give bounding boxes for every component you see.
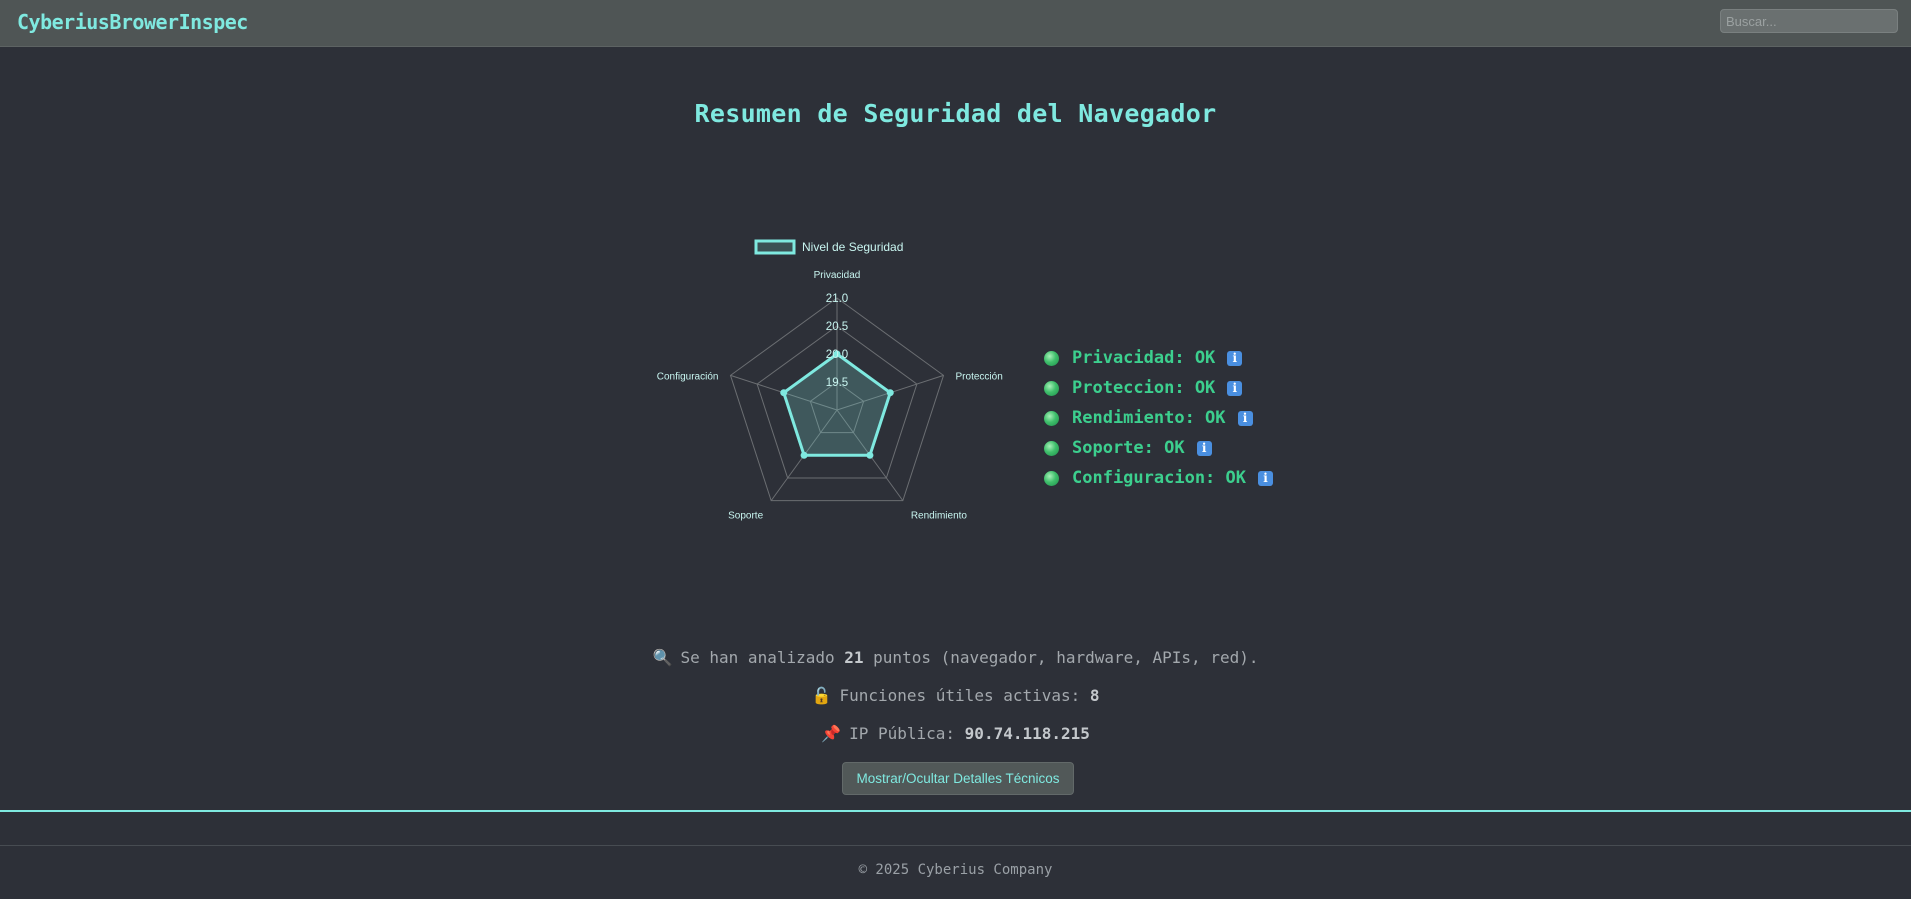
radar-tick-label: 20.5 <box>826 321 848 333</box>
status-ok-dot-icon <box>1044 350 1059 366</box>
info-icon[interactable]: i <box>1258 470 1273 486</box>
radar-data-point <box>886 389 894 397</box>
search-input[interactable] <box>1720 9 1898 33</box>
info-icon[interactable]: i <box>1227 350 1243 366</box>
analyzed-prefix: Se han analizado <box>680 648 845 667</box>
status-item-privacidad: Privacidad: OK i <box>1044 343 1273 373</box>
ip-value: 90.74.118.215 <box>964 724 1090 743</box>
functions-summary: 🔓 Funciones útiles activas: 8 <box>0 686 1911 705</box>
ip-label: IP Pública: <box>849 724 965 743</box>
toggle-details-button[interactable]: Mostrar/Ocultar Detalles Técnicos <box>842 762 1074 795</box>
unlocked-padlock-icon: 🔓 <box>811 686 832 705</box>
radar-chart-svg: 19.5 20.0 20.5 21.0 Privacidad Protección Rend… <box>657 239 1003 522</box>
security-radar-chart: 19.5 20.0 20.5 21.0 Privacidad Protección Rend… <box>640 225 1020 555</box>
radar-tick-label: 19.5 <box>826 377 848 389</box>
status-ok-dot-icon <box>1044 440 1059 456</box>
status-label: Rendimiento: OK <box>1072 408 1226 428</box>
status-item-proteccion: Proteccion: OK i <box>1044 373 1273 403</box>
radar-category-label: Configuración <box>657 371 719 382</box>
radar-category-label: Protección <box>956 371 1003 382</box>
status-item-configuracion: Configuracion: OK i <box>1044 463 1273 493</box>
status-list: Privacidad: OK i Proteccion: OK i Rendim… <box>1044 343 1273 493</box>
status-label: Proteccion: OK <box>1072 378 1216 398</box>
info-icon[interactable]: i <box>1227 380 1243 396</box>
analyzed-count: 21 <box>844 648 864 667</box>
status-ok-dot-icon <box>1044 380 1059 396</box>
accent-divider <box>0 810 1911 812</box>
radar-series-area <box>781 352 893 457</box>
radar-tick-label: 21.0 <box>826 293 848 305</box>
radar-data-point <box>780 389 788 397</box>
magnifier-icon: 🔍 <box>652 648 673 667</box>
radar-data-point <box>800 451 808 459</box>
status-label: Soporte: OK <box>1072 438 1185 458</box>
footer-copyright: © 2025 Cyberius Company <box>858 862 1053 878</box>
page-title: Resumen de Seguridad del Navegador <box>694 99 1217 128</box>
brand-logo[interactable]: CyberiusBrowerInspec <box>17 10 248 34</box>
analyzed-suffix: puntos (navegador, hardware, APIs, red). <box>863 648 1259 667</box>
status-item-soporte: Soporte: OK i <box>1044 433 1273 463</box>
radar-tick-label: 20.0 <box>826 349 848 361</box>
legend-label: Nivel de Seguridad <box>802 240 903 254</box>
status-item-rendimiento: Rendimiento: OK i <box>1044 403 1273 433</box>
analyzed-summary: 🔍 Se han analizado 21 puntos (navegador, … <box>0 648 1911 667</box>
radar-data-point <box>866 451 874 459</box>
radar-category-label: Privacidad <box>814 270 861 281</box>
radar-category-label: Soporte <box>728 511 763 522</box>
radar-category-label: Rendimiento <box>911 511 968 522</box>
pushpin-icon: 📌 <box>821 724 841 743</box>
status-label: Configuracion: OK <box>1072 468 1246 488</box>
status-ok-dot-icon <box>1044 410 1059 426</box>
legend-swatch <box>754 239 796 255</box>
info-icon[interactable]: i <box>1237 410 1253 426</box>
functions-label: Funciones útiles activas: <box>839 686 1090 705</box>
status-label: Privacidad: OK <box>1072 348 1216 368</box>
footer-divider <box>0 845 1911 846</box>
status-ok-dot-icon <box>1044 470 1059 486</box>
functions-count: 8 <box>1089 686 1100 705</box>
info-icon[interactable]: i <box>1196 440 1212 456</box>
public-ip: 📌 IP Pública: 90.74.118.215 <box>0 724 1911 743</box>
top-navbar: CyberiusBrowerInspec <box>0 0 1911 47</box>
